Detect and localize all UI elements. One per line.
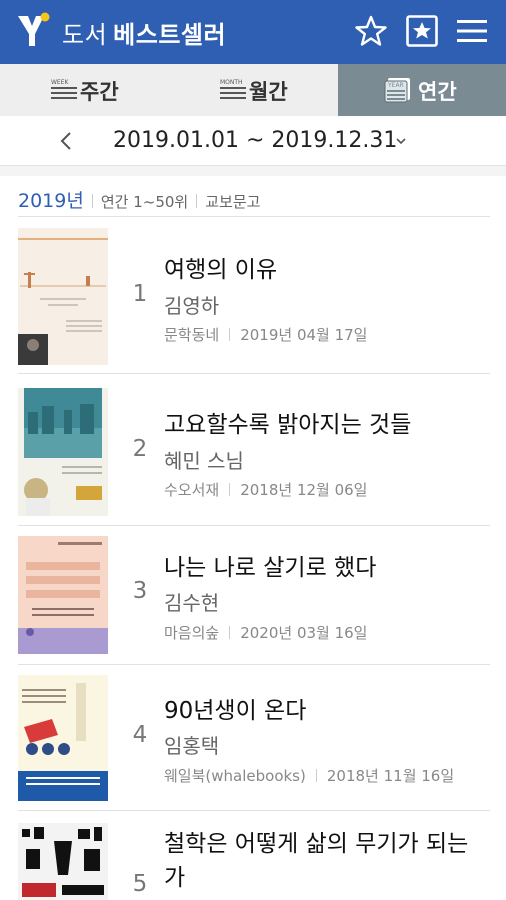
yes24-logo-icon <box>18 12 50 46</box>
book-item-1[interactable]: 1 여행의 이유 김영하 문학동네 2019년 04월 17일 <box>18 217 490 374</box>
section-gap <box>0 166 506 176</box>
book-date: 2020년 03월 16일 <box>240 624 368 642</box>
divider <box>229 626 231 639</box>
svg-text:YEAR: YEAR <box>387 82 404 89</box>
title-prefix: 도서 <box>62 21 108 49</box>
list-scope: 연간 1~50위 <box>100 193 189 211</box>
book-author: 혜민 스님 <box>164 449 244 473</box>
chevron-left-icon[interactable] <box>56 128 78 154</box>
book-title[interactable]: 여행의 이유 <box>164 250 277 284</box>
tab-monthly-label: 월간 <box>249 80 288 104</box>
bookmark-star-icon[interactable] <box>405 14 439 48</box>
divider <box>229 328 231 341</box>
book-publisher: 웨일북(whalebooks) <box>164 767 306 785</box>
book-cover-5[interactable] <box>18 823 108 900</box>
tab-weekly[interactable]: WEEK 주간 <box>0 64 169 116</box>
book-date: 2019년 04월 17일 <box>240 326 368 344</box>
divider <box>196 194 198 208</box>
month-calendar-icon: MONTH <box>220 79 246 99</box>
divider <box>91 194 93 208</box>
book-rank: 1 <box>132 281 148 307</box>
book-cover-2[interactable] <box>18 388 108 516</box>
book-pubinfo: 수오서재 2018년 12월 06일 <box>164 479 368 500</box>
book-rank: 2 <box>132 436 148 462</box>
book-cover-1[interactable] <box>18 228 108 365</box>
book-pubinfo: 웨일북(whalebooks) 2018년 11월 16일 <box>164 765 454 786</box>
tab-yearly[interactable]: YEAR 연간 <box>338 64 506 116</box>
tab-yearly-label: 연간 <box>418 80 457 104</box>
book-rank: 4 <box>132 722 148 748</box>
book-pubinfo: 문학동네 2019년 04월 17일 <box>164 324 368 345</box>
date-range-bar: 2019.01.01 ~ 2019.12.31 <box>0 116 506 166</box>
book-item-2[interactable]: 2 고요할수록 밝아지는 것들 혜민 스님 수오서재 2018년 12월 06일 <box>18 374 490 526</box>
book-title[interactable]: 고요할수록 밝아지는 것들 <box>164 405 411 439</box>
book-cover-3[interactable] <box>18 536 108 654</box>
menu-icon[interactable] <box>455 14 489 48</box>
book-publisher: 수오서재 <box>164 481 220 499</box>
book-title[interactable]: 나는 나로 살기로 했다 <box>164 548 376 582</box>
book-publisher: 마음의숲 <box>164 624 220 642</box>
book-publisher: 문학동네 <box>164 326 220 344</box>
list-year: 2019년 <box>18 190 84 212</box>
list-meta: 2019년 연간 1~50위 교보문고 <box>18 186 260 212</box>
svg-text:WEEK: WEEK <box>51 79 70 86</box>
book-cover-4[interactable] <box>18 675 108 801</box>
book-item-5[interactable]: 5 철학은 어떻게 삶의 무기가 되는 가 <box>18 811 490 900</box>
book-rank: 5 <box>132 871 148 897</box>
chevron-down-icon[interactable] <box>394 135 408 147</box>
period-tabs: WEEK 주간 MONTH 월간 YEAR 연간 <box>0 64 506 116</box>
book-author: 임홍택 <box>164 734 220 758</box>
divider <box>315 769 317 782</box>
book-title-line-2[interactable]: 가 <box>164 858 185 892</box>
star-icon[interactable] <box>354 14 388 48</box>
book-item-3[interactable]: 3 나는 나로 살기로 했다 김수현 마음의숲 2020년 03월 16일 <box>18 526 490 665</box>
book-title-line-1[interactable]: 철학은 어떻게 삶의 무기가 되는 <box>164 824 468 858</box>
tab-monthly[interactable]: MONTH 월간 <box>169 64 338 116</box>
book-date: 2018년 11월 16일 <box>326 767 455 785</box>
app-bar: 도서 베스트셀러 <box>0 0 506 64</box>
title-main: 베스트셀러 <box>113 21 227 49</box>
tab-weekly-label: 주간 <box>80 80 119 104</box>
book-date: 2018년 12월 06일 <box>240 481 368 499</box>
year-calendar-icon: YEAR <box>384 78 410 103</box>
book-pubinfo: 마음의숲 2020년 03월 16일 <box>164 622 368 643</box>
book-item-4[interactable]: 4 90년생이 온다 임홍택 웨일북(whalebooks) 2018년 11월 … <box>18 665 490 811</box>
list-source: 교보문고 <box>205 193 261 211</box>
date-range-text[interactable]: 2019.01.01 ~ 2019.12.31 <box>113 128 397 153</box>
svg-text:MONTH: MONTH <box>220 79 243 86</box>
page-title: 도서 베스트셀러 <box>62 15 226 50</box>
book-author: 김수현 <box>164 591 220 615</box>
divider <box>229 483 231 496</box>
week-calendar-icon: WEEK <box>51 79 77 99</box>
book-rank: 3 <box>132 578 148 604</box>
book-author: 김영하 <box>164 294 220 318</box>
book-title[interactable]: 90년생이 온다 <box>164 691 306 725</box>
